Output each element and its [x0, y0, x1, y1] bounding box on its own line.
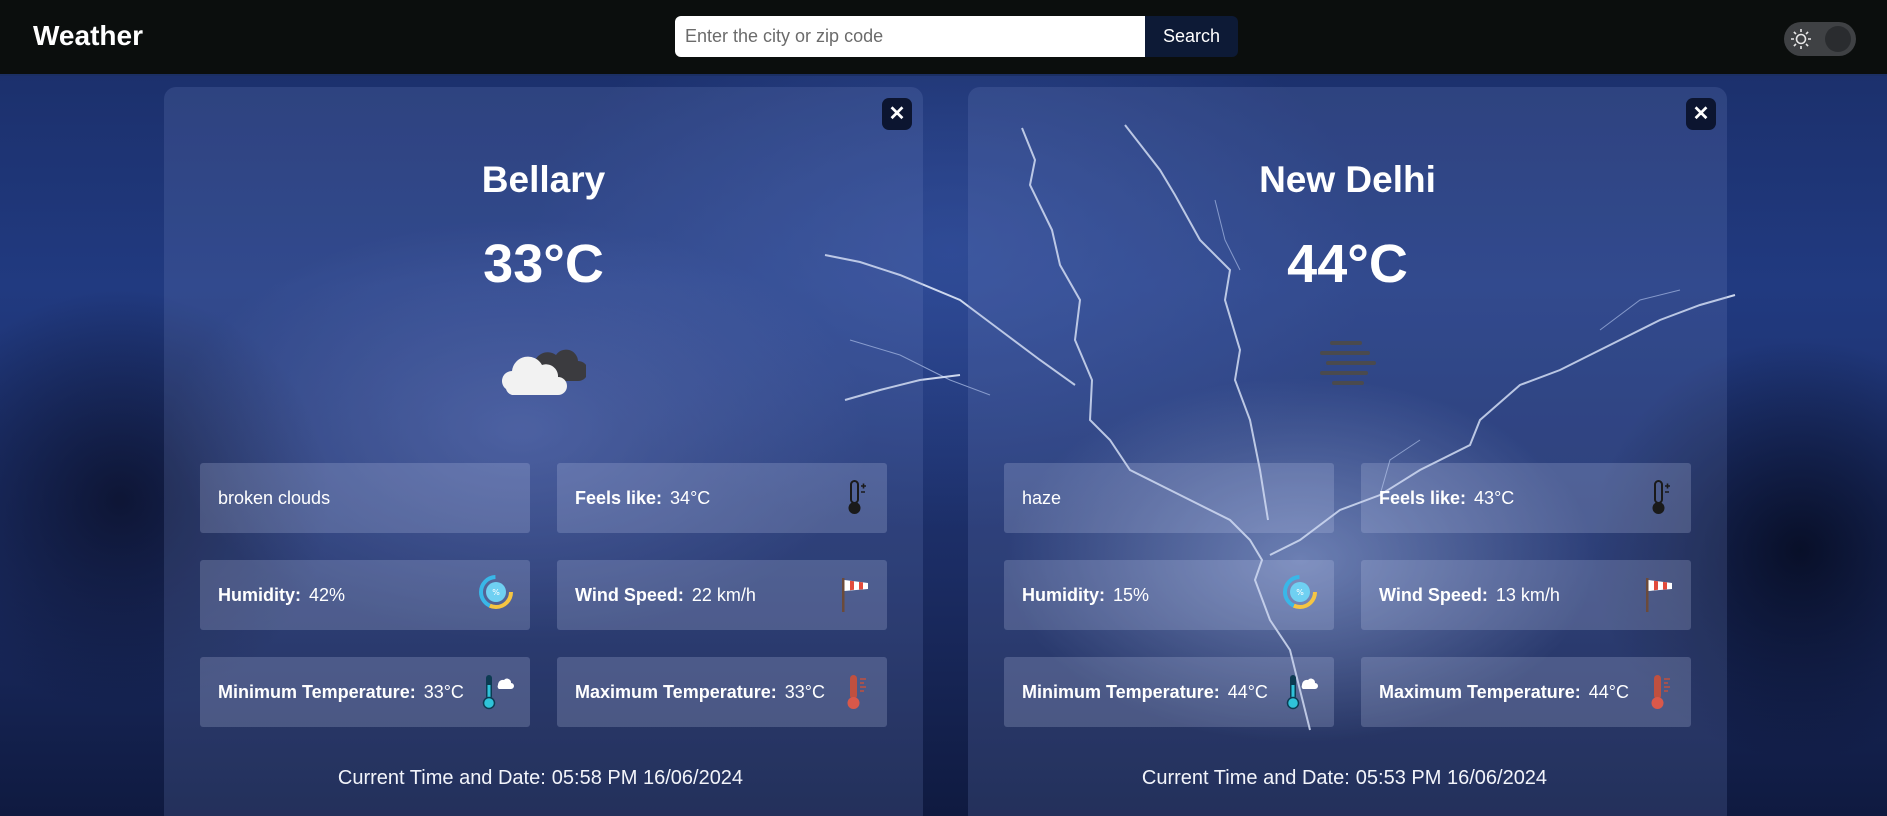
- windsock-icon: [842, 578, 868, 612]
- thermometer-icon: [848, 480, 866, 514]
- max-temp-label: Maximum Temperature:: [1379, 681, 1581, 702]
- humidity-tile: Humidity: 42% %: [200, 560, 530, 630]
- toggle-knob: [1825, 26, 1851, 52]
- wind-speed-tile: Wind Speed: 13 km/h: [1361, 560, 1691, 630]
- haze-icon: [1320, 341, 1376, 385]
- weather-description: haze: [1022, 487, 1062, 508]
- min-temp-tile: Minimum Temperature: 44°C: [1004, 657, 1334, 727]
- wind-speed-label: Wind Speed:: [1379, 584, 1488, 605]
- top-navbar: Weather Search: [0, 0, 1887, 76]
- current-temperature: 33°C: [483, 234, 604, 294]
- humidity-value: 15%: [1113, 584, 1150, 605]
- feels-like-value: 34°C: [670, 487, 711, 508]
- current-datetime: Current Time and Date: 05:53 PM 16/06/202…: [968, 767, 1727, 790]
- humidity-value: 42%: [309, 584, 346, 605]
- cold-thermometer-icon: [482, 675, 514, 710]
- max-temp-value: 44°C: [1588, 681, 1629, 702]
- sun-icon: [1791, 29, 1811, 49]
- close-icon: ✕: [1692, 103, 1710, 125]
- weather-card-new-delhi: ✕ New Delhi 44°C haze Feels like: 43°C H…: [968, 87, 1727, 816]
- feels-like-tile: Feels like: 34°C: [557, 463, 887, 533]
- wind-speed-value: 22 km/h: [691, 584, 756, 605]
- city-name: New Delhi: [1259, 159, 1436, 200]
- wind-speed-tile: Wind Speed: 22 km/h: [557, 560, 887, 630]
- feels-like-label: Feels like:: [575, 487, 663, 508]
- max-temp-tile: Maximum Temperature: 33°C: [557, 657, 887, 727]
- cold-thermometer-icon: [1286, 675, 1318, 710]
- humidity-gauge-icon: %: [1283, 575, 1317, 609]
- app-title: Weather: [33, 20, 143, 51]
- max-temp-label: Maximum Temperature:: [575, 681, 777, 702]
- theme-toggle[interactable]: [1784, 22, 1856, 56]
- min-temp-value: 44°C: [1227, 681, 1268, 702]
- search-bar: Search: [675, 16, 1238, 57]
- humidity-tile: Humidity: 15% %: [1004, 560, 1334, 630]
- feels-like-value: 43°C: [1474, 487, 1515, 508]
- min-temp-value: 33°C: [423, 681, 464, 702]
- min-temp-label: Minimum Temperature:: [1022, 681, 1220, 702]
- svg-text:%: %: [492, 588, 500, 597]
- search-button[interactable]: Search: [1145, 16, 1238, 57]
- broken-clouds-icon: [502, 349, 586, 395]
- close-icon: ✕: [888, 103, 906, 125]
- max-temp-tile: Maximum Temperature: 44°C: [1361, 657, 1691, 727]
- current-datetime: Current Time and Date: 05:58 PM 16/06/202…: [164, 767, 923, 790]
- svg-text:%: %: [1296, 588, 1304, 597]
- max-temp-value: 33°C: [784, 681, 825, 702]
- close-card-button[interactable]: ✕: [882, 98, 912, 130]
- windsock-icon: [1646, 578, 1672, 612]
- current-temperature: 44°C: [1287, 234, 1408, 294]
- humidity-label: Humidity:: [218, 584, 301, 605]
- feels-like-tile: Feels like: 43°C: [1361, 463, 1691, 533]
- datetime-label: Current Time and Date:: [1141, 767, 1350, 789]
- humidity-gauge-icon: %: [479, 575, 513, 609]
- hot-thermometer-icon: [1651, 675, 1670, 709]
- datetime-value: 05:58 PM 16/06/2024: [551, 767, 744, 789]
- weather-description: broken clouds: [218, 487, 331, 508]
- min-temp-label: Minimum Temperature:: [218, 681, 416, 702]
- datetime-value: 05:53 PM 16/06/2024: [1355, 767, 1548, 789]
- thermometer-icon: [1652, 480, 1670, 514]
- feels-like-label: Feels like:: [1379, 487, 1467, 508]
- search-input[interactable]: [675, 16, 1145, 57]
- humidity-label: Humidity:: [1022, 584, 1105, 605]
- weather-card-bellary: ✕ Bellary 33°C broken clouds Feels like:…: [164, 87, 923, 816]
- description-tile: haze: [1004, 463, 1334, 533]
- min-temp-tile: Minimum Temperature: 33°C: [200, 657, 530, 727]
- wind-speed-value: 13 km/h: [1495, 584, 1560, 605]
- close-card-button[interactable]: ✕: [1686, 98, 1716, 130]
- city-name: Bellary: [481, 159, 606, 200]
- wind-speed-label: Wind Speed:: [575, 584, 684, 605]
- hot-thermometer-icon: [847, 675, 866, 709]
- datetime-label: Current Time and Date:: [337, 767, 546, 789]
- description-tile: broken clouds: [200, 463, 530, 533]
